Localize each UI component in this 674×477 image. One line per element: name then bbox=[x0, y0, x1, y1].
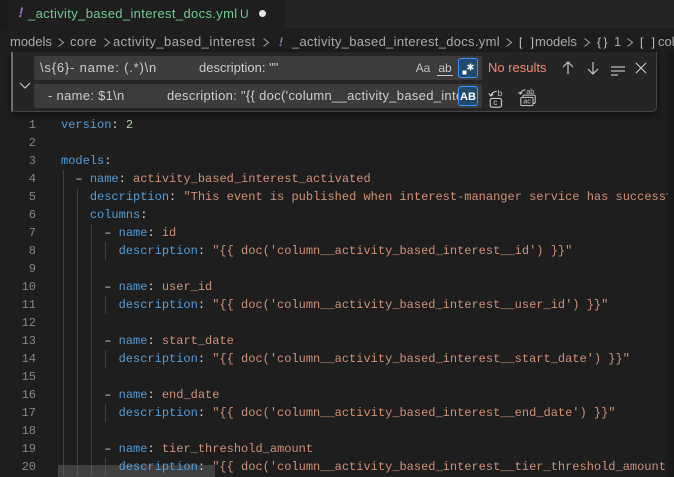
svg-text:b: b bbox=[498, 89, 503, 98]
svg-text:ac: ac bbox=[523, 97, 531, 106]
svg-text:c: c bbox=[493, 98, 497, 107]
svg-text:ab: ab bbox=[526, 87, 534, 96]
